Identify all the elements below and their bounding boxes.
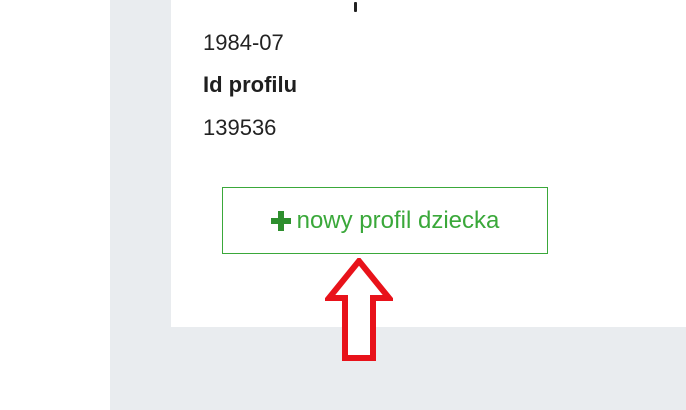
- left-margin: [0, 0, 110, 410]
- birth-date-value: 1984-07: [203, 30, 284, 55]
- new-child-profile-label: nowy profil dziecka: [296, 206, 500, 234]
- up-arrow-icon: [325, 258, 393, 361]
- profile-id-label: Id profilu: [203, 72, 298, 97]
- profile-id-value: 139536: [203, 115, 277, 140]
- cut-off-text-fragment: [354, 2, 360, 12]
- plus-icon: [270, 210, 291, 231]
- new-child-profile-button[interactable]: nowy profil dziecka: [222, 187, 548, 254]
